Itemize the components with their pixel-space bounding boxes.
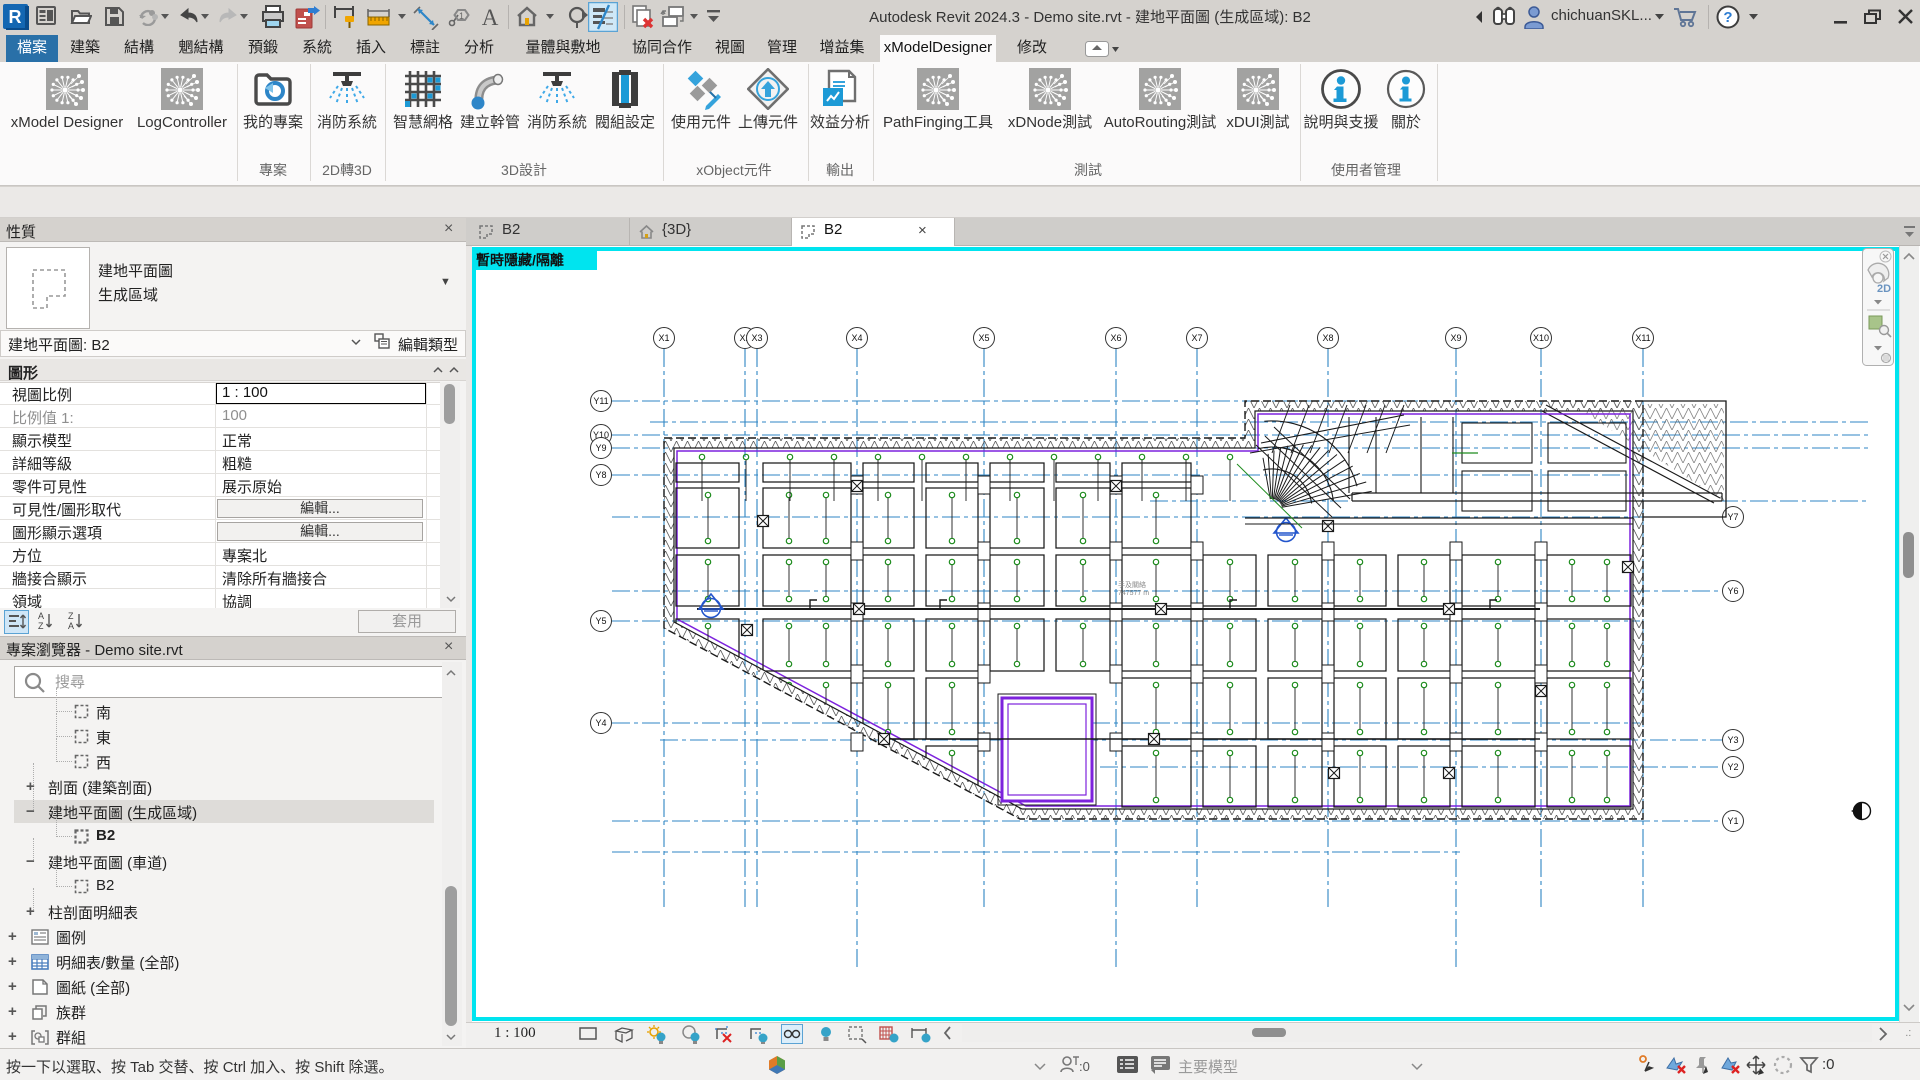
svg-text:Y6: Y6 — [1727, 586, 1738, 596]
svg-text:X9: X9 — [1450, 333, 1461, 343]
svg-text:X10: X10 — [1533, 333, 1549, 343]
svg-text:A: A — [38, 611, 44, 621]
svg-text:Y9: Y9 — [595, 443, 606, 453]
svg-text:X1: X1 — [658, 333, 669, 343]
svg-text:X6: X6 — [1110, 333, 1121, 343]
svg-text:R: R — [9, 7, 22, 27]
svg-text:X3: X3 — [751, 333, 762, 343]
svg-text:1: 1 — [459, 11, 464, 21]
svg-text:X11: X11 — [1635, 333, 1650, 343]
svg-text:Y5: Y5 — [595, 616, 606, 626]
svg-text:Z: Z — [38, 621, 44, 631]
svg-text:747577 m: 747577 m — [1118, 590, 1149, 597]
svg-text:Z: Z — [68, 611, 74, 621]
svg-text:A: A — [68, 621, 74, 631]
svg-text:X7: X7 — [1191, 333, 1202, 343]
svg-text:搜尋: 搜尋 — [55, 674, 85, 691]
svg-text:手及關絡: 手及關絡 — [1118, 580, 1146, 589]
svg-text:Y2: Y2 — [1727, 762, 1738, 772]
svg-text:Y4: Y4 — [595, 718, 606, 728]
svg-text::0: :0 — [1079, 1059, 1090, 1074]
svg-text:X4: X4 — [851, 333, 862, 343]
svg-text:Y7: Y7 — [1727, 512, 1738, 522]
svg-text:Y11: Y11 — [593, 396, 608, 406]
svg-text:Y3: Y3 — [1727, 735, 1738, 745]
svg-text:Y1: Y1 — [1727, 816, 1738, 826]
svg-text:?: ? — [1723, 9, 1732, 26]
svg-text:Y8: Y8 — [595, 470, 606, 480]
svg-text:X8: X8 — [1322, 333, 1333, 343]
svg-text:A: A — [482, 5, 499, 29]
svg-text:2D: 2D — [1877, 283, 1891, 295]
svg-text:X5: X5 — [978, 333, 989, 343]
